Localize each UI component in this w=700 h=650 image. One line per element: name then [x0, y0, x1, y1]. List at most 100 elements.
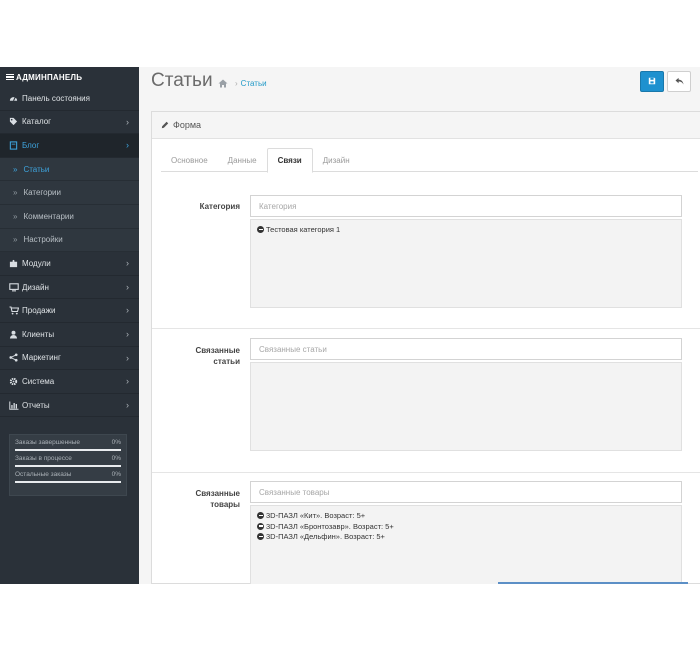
- main-content: Статьи › Статьи Форма: [139, 67, 700, 584]
- divider: [152, 472, 700, 473]
- dashboard-icon: [8, 94, 19, 102]
- cart-icon: [8, 306, 19, 315]
- sidebar-subitem-settings[interactable]: » Настройки: [0, 229, 139, 253]
- list-item: 3D-ПАЗЛ «Кит». Возраст: 5+: [257, 511, 675, 520]
- remove-icon[interactable]: [257, 523, 264, 530]
- sidebar-item-label: Система: [22, 377, 54, 386]
- list-item-label: 3D-ПАЗЛ «Кит». Возраст: 5+: [266, 511, 365, 520]
- floppy-icon: [648, 77, 656, 87]
- sidebar-item-label: Отчеты: [22, 401, 50, 410]
- stat-progress-bar: [15, 465, 121, 467]
- sidebar-title: АДМИНПАНЕЛЬ: [16, 73, 82, 82]
- sidebar-item-customers[interactable]: Клиенты ›: [0, 323, 139, 347]
- sidebar-subitem-label: Настройки: [23, 235, 62, 244]
- double-chevron-icon: »: [13, 165, 17, 174]
- sidebar-item-dashboard[interactable]: Панель состояния: [0, 87, 139, 111]
- stat-label: Заказы завершенные: [15, 439, 80, 446]
- chevron-right-icon: ›: [126, 400, 129, 410]
- chevron-right-icon: ›: [126, 353, 129, 363]
- book-icon: [8, 141, 19, 150]
- list-item-label: Тестовая категория 1: [266, 225, 340, 234]
- sidebar-subitem-label: Комментарии: [23, 212, 73, 221]
- sidebar-item-design[interactable]: Дизайн ›: [0, 276, 139, 300]
- back-button[interactable]: [667, 71, 691, 92]
- sidebar-item-label: Клиенты: [22, 330, 54, 339]
- remove-icon[interactable]: [257, 533, 264, 540]
- user-icon: [8, 330, 19, 339]
- tab-links[interactable]: Связи: [267, 148, 313, 173]
- related-products-list: 3D-ПАЗЛ «Кит». Возраст: 5+ 3D-ПАЗЛ «Брон…: [250, 505, 682, 584]
- chevron-right-icon: ›: [126, 329, 129, 339]
- sidebar-item-catalog[interactable]: Каталог ›: [0, 111, 139, 135]
- bar-chart-icon: [8, 401, 19, 410]
- label-line: Связанные: [160, 488, 240, 499]
- sidebar-header[interactable]: АДМИНПАНЕЛЬ: [0, 67, 139, 87]
- stat-processing: Заказы в процессе 0%: [15, 455, 121, 467]
- breadcrumb: › Статьи: [218, 79, 267, 88]
- sidebar-subitem-comments[interactable]: » Комментарии: [0, 205, 139, 229]
- home-icon[interactable]: [218, 79, 228, 88]
- chevron-right-icon: ›: [126, 282, 129, 292]
- sidebar-item-modules[interactable]: Модули ›: [0, 252, 139, 276]
- stat-other: Остальные заказы 0%: [15, 471, 121, 483]
- label-line: статьи: [160, 356, 240, 367]
- remove-icon[interactable]: [257, 512, 264, 519]
- sidebar-item-blog[interactable]: Блог ›: [0, 134, 139, 158]
- page-title: Статьи: [151, 70, 213, 92]
- sidebar-subitem-articles[interactable]: » Статьи: [0, 158, 139, 182]
- breadcrumb-link-articles[interactable]: Статьи: [241, 79, 267, 88]
- sidebar-item-reports[interactable]: Отчеты ›: [0, 394, 139, 418]
- related-products-input[interactable]: Связанные товары: [250, 481, 682, 503]
- tab-general[interactable]: Основное: [161, 148, 218, 172]
- sidebar-subitem-categories[interactable]: » Категории: [0, 181, 139, 205]
- chevron-right-icon: ›: [126, 258, 129, 268]
- sidebar-item-label: Дизайн: [22, 283, 49, 292]
- category-input[interactable]: Категория: [250, 195, 682, 217]
- divider: [152, 328, 700, 329]
- chevron-down-icon: ›: [126, 140, 129, 150]
- related-products-label: Связанные товары: [160, 488, 240, 510]
- stat-completed: Заказы завершенные 0%: [15, 439, 121, 451]
- sidebar-item-label: Блог: [22, 141, 39, 150]
- monitor-icon: [8, 283, 19, 292]
- chevron-right-icon: ›: [126, 376, 129, 386]
- chevron-right-icon: ›: [126, 117, 129, 127]
- sidebar-subitem-label: Статьи: [23, 165, 49, 174]
- label-line: товары: [160, 499, 240, 510]
- stat-value: 0%: [112, 439, 121, 446]
- gear-icon: [8, 377, 19, 386]
- autocomplete-underline: [498, 582, 688, 584]
- save-button[interactable]: [640, 71, 664, 92]
- share-icon: [8, 353, 19, 362]
- category-label: Категория: [160, 201, 240, 212]
- related-articles-list: [250, 362, 682, 451]
- double-chevron-icon: »: [13, 212, 17, 221]
- tab-design[interactable]: Дизайн: [313, 148, 360, 172]
- panel-heading: Форма: [152, 112, 700, 139]
- sidebar-item-label: Панель состояния: [22, 94, 90, 103]
- menu-icon: [6, 72, 14, 81]
- list-item: Тестовая категория 1: [257, 225, 675, 234]
- tab-data[interactable]: Данные: [218, 148, 267, 172]
- sidebar-item-sales[interactable]: Продажи ›: [0, 299, 139, 323]
- double-chevron-icon: »: [13, 188, 17, 197]
- remove-icon[interactable]: [257, 226, 264, 233]
- chevron-right-icon: ›: [126, 305, 129, 315]
- sidebar-item-system[interactable]: Система ›: [0, 370, 139, 394]
- admin-app: АДМИНПАНЕЛЬ Панель состояния Каталог › Б…: [0, 67, 700, 584]
- sidebar-item-label: Модули: [22, 259, 51, 268]
- form-panel: Форма Основное Данные Связи Дизайн Катег…: [151, 111, 700, 584]
- sidebar: АДМИНПАНЕЛЬ Панель состояния Каталог › Б…: [0, 67, 139, 584]
- stat-value: 0%: [112, 455, 121, 462]
- order-stats: Заказы завершенные 0% Заказы в процессе …: [9, 434, 127, 496]
- double-chevron-icon: »: [13, 235, 17, 244]
- stat-value: 0%: [112, 471, 121, 478]
- sidebar-item-marketing[interactable]: Маркетинг ›: [0, 347, 139, 371]
- sidebar-item-label: Маркетинг: [22, 353, 61, 362]
- stat-progress-bar: [15, 481, 121, 483]
- form-tabs: Основное Данные Связи Дизайн: [161, 148, 698, 172]
- reply-icon: [675, 77, 684, 87]
- list-item-label: 3D-ПАЗЛ «Бронтозавр». Возраст: 5+: [266, 522, 394, 531]
- related-articles-input[interactable]: Связанные статьи: [250, 338, 682, 360]
- list-item: 3D-ПАЗЛ «Бронтозавр». Возраст: 5+: [257, 522, 675, 531]
